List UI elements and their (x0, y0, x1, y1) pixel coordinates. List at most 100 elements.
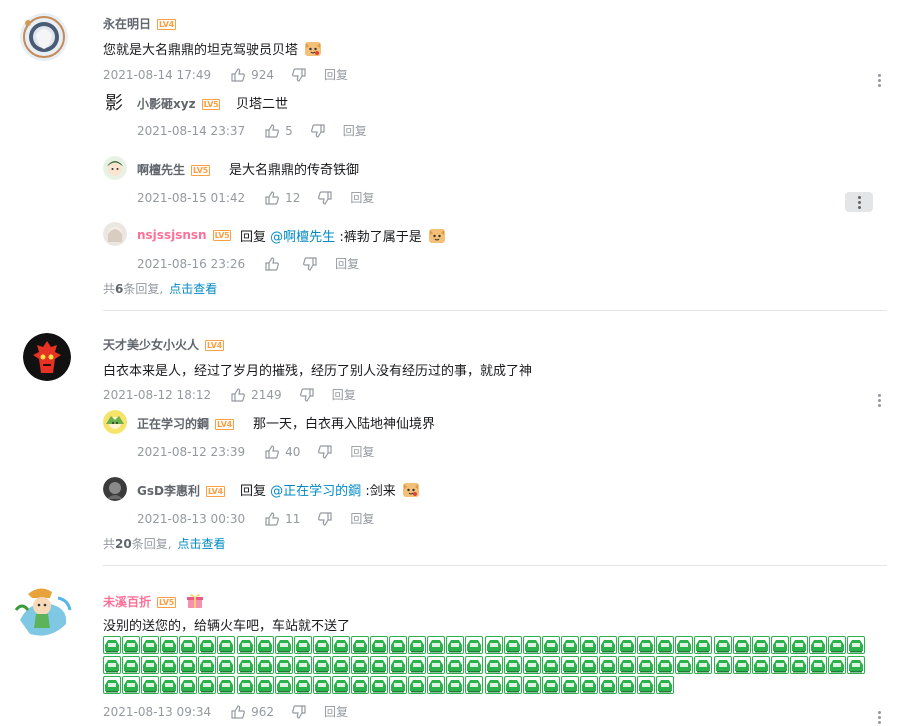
train-emoji-icon (618, 656, 637, 674)
train-emoji-icon (427, 656, 446, 674)
train-emoji-icon (389, 676, 408, 694)
more-vertical-icon[interactable] (869, 707, 889, 726)
reply-text: 贝塔二世 (236, 97, 289, 112)
comment-meta: 2021-08-13 09:34 962 回复 (103, 703, 348, 720)
train-emoji-icon (541, 636, 560, 654)
train-emoji-icon (789, 656, 808, 674)
dog-emoji-icon (428, 229, 445, 243)
like-button[interactable]: 924 (231, 68, 274, 82)
view-more-link[interactable]: 点击查看 (169, 282, 217, 296)
reply-meta: 2021-08-12 23:39 40 回复 (137, 443, 374, 460)
train-emoji-icon (560, 676, 579, 694)
thumbs-up-icon (231, 387, 246, 402)
comment-meta: 2021-08-14 17:49 924 回复 (103, 66, 348, 83)
avatar[interactable] (20, 13, 68, 61)
more-vertical-icon[interactable] (869, 70, 889, 90)
train-emoji-icon (808, 656, 827, 674)
train-emoji-icon (293, 636, 312, 654)
train-emoji-icon (198, 636, 217, 654)
train-emoji-icon (599, 656, 618, 674)
train-emoji-icon (179, 656, 198, 674)
train-emoji-icon (255, 676, 274, 694)
thumbs-up-icon (231, 67, 246, 82)
reply-button[interactable]: 回复 (350, 510, 374, 527)
like-button[interactable]: 5 (265, 124, 293, 138)
reply-button[interactable]: 回复 (350, 443, 374, 460)
reply-time: 2021-08-13 00:30 (137, 511, 246, 526)
reply-button[interactable]: 回复 (332, 386, 356, 403)
avatar[interactable] (103, 410, 127, 434)
like-button[interactable]: 11 (265, 512, 300, 526)
like-button[interactable]: 12 (265, 191, 300, 205)
reply-meta: 2021-08-16 23:26 回复 (137, 255, 359, 272)
mention-link[interactable]: @正在学习的鋼 (270, 484, 361, 499)
thumbs-up-icon (265, 511, 280, 526)
reply-button[interactable]: 回复 (335, 255, 359, 272)
avatar[interactable]: 影 (103, 90, 127, 114)
thumbs-down-icon (318, 444, 333, 459)
like-count: 924 (251, 67, 275, 82)
avatar[interactable] (103, 477, 127, 501)
thumbs-down-icon (318, 511, 333, 526)
comment-text: 没别的送您的，给辆火车吧，车站就不送了 (103, 619, 351, 634)
train-emoji-icon (560, 636, 579, 654)
reply-button[interactable]: 回复 (350, 189, 374, 206)
reply-username[interactable]: 小影砸xyz LV5 (137, 95, 221, 112)
train-emoji-icon (579, 676, 598, 694)
train-emoji-icon (637, 636, 656, 654)
avatar[interactable] (103, 222, 127, 246)
like-count: 962 (251, 704, 275, 719)
dislike-button[interactable] (303, 256, 317, 271)
train-emoji-icon (427, 676, 446, 694)
more-vertical-icon[interactable] (869, 390, 889, 410)
dislike-button[interactable] (310, 123, 325, 138)
like-button[interactable] (265, 256, 285, 271)
like-button[interactable]: 962 (231, 705, 274, 719)
reply-button[interactable]: 回复 (324, 66, 348, 83)
reply-button[interactable]: 回复 (343, 122, 367, 139)
reply-username[interactable]: 正在学习的鋼 LV4 (137, 415, 234, 432)
train-emoji-icon (656, 636, 675, 654)
train-emoji-icon (389, 636, 408, 654)
train-emoji-icon (236, 636, 255, 654)
reply-username[interactable]: nsjssjsnsn LV5 (137, 228, 232, 242)
thumbs-down-icon (318, 190, 333, 205)
like-button[interactable]: 2149 (231, 388, 282, 402)
avatar[interactable] (10, 580, 74, 644)
dislike-button[interactable] (292, 67, 306, 82)
train-emoji-icon (560, 656, 579, 674)
train-emoji-icon (198, 656, 217, 674)
dislike-button[interactable] (318, 511, 333, 526)
train-emoji-icon (732, 636, 751, 654)
reply-button[interactable]: 回复 (324, 703, 348, 720)
train-emoji-icon (713, 636, 732, 654)
dislike-button[interactable] (292, 704, 306, 719)
train-emoji-icon (541, 676, 560, 694)
view-more-link[interactable]: 点击查看 (178, 537, 226, 551)
reply-username[interactable]: 啊檀先生 LV5 (137, 161, 210, 178)
level-badge: LV5 (157, 597, 176, 608)
comment-username[interactable]: 未溪百折 LV5 (103, 592, 204, 610)
mention-link[interactable]: @啊檀先生 (270, 230, 335, 245)
train-emoji-icon (331, 656, 350, 674)
dislike-button[interactable] (318, 444, 333, 459)
avatar[interactable] (23, 333, 71, 381)
thumbs-down-icon (292, 704, 306, 719)
reply-username[interactable]: GsD李惠利 LV4 (137, 482, 225, 499)
train-emoji-icon (827, 656, 846, 674)
avatar[interactable] (103, 156, 127, 180)
like-button[interactable]: 40 (265, 445, 300, 459)
train-emoji-icon (446, 676, 465, 694)
train-emoji-icon (312, 636, 331, 654)
more-vertical-icon[interactable] (845, 192, 873, 212)
comment-username[interactable]: 天才美少女小火人 LV4 (103, 336, 224, 353)
train-emoji-icon (503, 676, 522, 694)
train-emoji-icon (236, 656, 255, 674)
svg-text:影: 影 (105, 93, 123, 114)
dislike-button[interactable] (318, 190, 333, 205)
train-emoji-icon (198, 676, 217, 694)
dislike-button[interactable] (299, 387, 314, 402)
train-emoji-icon (541, 656, 560, 674)
comment-username[interactable]: 永在明日 LV4 (103, 15, 176, 32)
train-emoji-icon (331, 636, 350, 654)
